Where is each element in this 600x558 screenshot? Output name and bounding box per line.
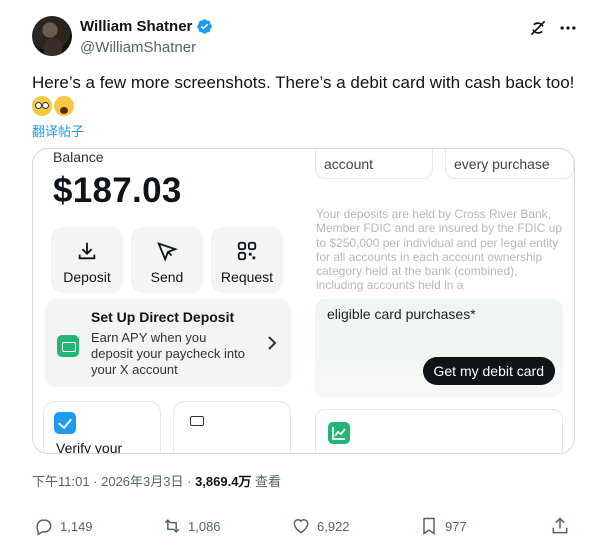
tile-label: account — [324, 156, 374, 172]
author-name-row: William Shatner — [80, 18, 213, 35]
verify-label: Verify your — [56, 440, 123, 454]
direct-deposit-description: Earn APY when you deposit your paycheck … — [91, 330, 245, 377]
reply-count: 1,149 — [60, 518, 93, 534]
view-count: 3,869.4万 — [195, 474, 252, 489]
info-tile-account: account — [315, 149, 433, 179]
debit-promo-text: eligible card purchases* — [327, 306, 476, 322]
screenshot-right[interactable]: account every purchase Your deposits are… — [303, 149, 574, 453]
fdic-disclaimer: Your deposits are held by Cross River Ba… — [316, 207, 563, 293]
verified-badge-icon — [197, 19, 213, 34]
repost-count: 1,086 — [188, 518, 221, 534]
chevron-right-icon — [268, 336, 277, 350]
emoji-row — [32, 96, 74, 116]
heart-icon — [293, 519, 309, 534]
avatar[interactable] — [32, 16, 72, 56]
verify-card: Verify your — [43, 401, 161, 454]
deposit-label: Deposit — [63, 269, 111, 285]
send-label: Send — [150, 269, 184, 285]
bookmark-count: 977 — [445, 518, 467, 534]
action-bar: 1,149 1,086 6,922 977 — [32, 516, 572, 540]
balance-label: Balance — [53, 149, 104, 165]
reply-button[interactable]: 1,149 — [34, 516, 93, 536]
reply-icon — [36, 519, 52, 536]
media-card[interactable]: Balance $187.03 Deposit Send Request Set… — [32, 148, 575, 454]
chart-tile — [315, 409, 563, 453]
like-count: 6,922 — [317, 518, 350, 534]
deposit-button: Deposit — [51, 227, 123, 293]
credit-card-icon — [190, 416, 204, 426]
author-name[interactable]: William Shatner — [80, 18, 192, 35]
qr-code-icon — [237, 241, 257, 261]
repost-icon — [164, 519, 180, 533]
send-icon — [157, 242, 178, 262]
bookmark-icon — [423, 517, 435, 535]
tweet-meta: 下午11:01 · 2026年3月3日 · 3,869.4万 查看 — [32, 471, 281, 490]
repost-button[interactable]: 1,086 — [162, 516, 221, 536]
card-tile — [173, 401, 291, 453]
debit-card-promo: eligible card purchases* Get my debit ca… — [315, 299, 563, 397]
more-icon[interactable] — [558, 18, 578, 38]
direct-deposit-card: Set Up Direct Deposit Earn APY when you … — [45, 299, 291, 387]
bookmark-button[interactable]: 977 — [419, 516, 467, 536]
cash-icon — [57, 335, 79, 357]
download-icon — [78, 242, 96, 260]
request-button: Request — [211, 227, 283, 293]
get-debit-card-button: Get my debit card — [422, 357, 555, 385]
screaming-face-icon — [54, 96, 74, 116]
tweet-header: William Shatner @WilliamShatner — [32, 14, 578, 64]
tile-label: every purchase — [454, 156, 550, 172]
tweet-text: Here’s a few more screenshots. There’s a… — [32, 73, 575, 92]
like-button[interactable]: 6,922 — [291, 516, 350, 536]
balance-value: $187.03 — [53, 171, 182, 210]
share-button[interactable] — [550, 516, 570, 536]
request-label: Request — [220, 269, 274, 285]
flushed-face-icon — [32, 96, 52, 116]
shield-check-icon — [54, 412, 76, 434]
chart-icon — [328, 422, 350, 444]
share-icon — [552, 517, 568, 534]
timestamp[interactable]: 下午11:01 · 2026年3月3日 · — [32, 474, 195, 489]
views-label: 查看 — [251, 474, 282, 489]
send-button: Send — [131, 227, 203, 293]
translate-link[interactable]: 翻译帖子 — [32, 121, 84, 140]
author-handle[interactable]: @WilliamShatner — [80, 39, 196, 56]
screenshot-left[interactable]: Balance $187.03 Deposit Send Request Set… — [33, 149, 303, 454]
grok-icon[interactable] — [528, 18, 548, 38]
info-tile-purchase: every purchase — [445, 149, 574, 179]
direct-deposit-title: Set Up Direct Deposit — [91, 309, 235, 325]
